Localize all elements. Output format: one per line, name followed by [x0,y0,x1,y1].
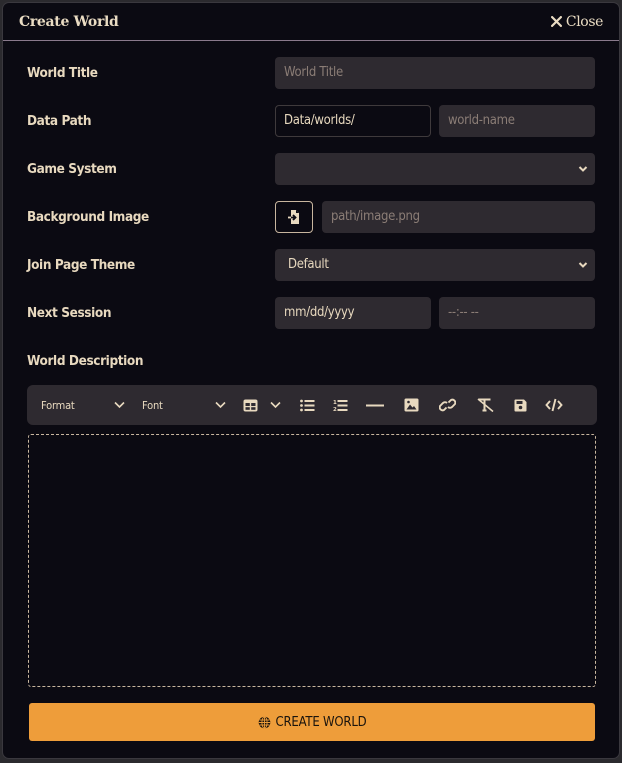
world-title-placeholder: World Title [284,65,343,80]
close-button[interactable]: Close [550,13,603,30]
font-dropdown-label: Font [142,398,163,412]
format-dropdown[interactable]: Format [41,385,125,425]
insert-image-button[interactable] [402,397,420,413]
data-path-prefix-value: Data/worlds/ [284,113,355,128]
data-path-prefix: Data/worlds/ [275,105,431,137]
source-code-icon [545,398,563,412]
background-image-label: Background Image [27,209,149,225]
dialog-title: Create World [19,13,119,30]
clear-formatting-button[interactable] [476,397,494,413]
horizontal-rule-button[interactable] [366,397,384,413]
join-page-theme-selected: Default [288,257,329,272]
font-dropdown[interactable]: Font [142,385,226,425]
svg-text:2: 2 [333,407,337,412]
world-name-placeholder: world-name [448,113,515,128]
file-import-icon [288,210,299,224]
chevron-down-icon [578,262,588,268]
background-image-input[interactable]: path/image.png [322,201,595,233]
create-world-dialog: Create World Close World Title World Tit… [2,2,620,759]
image-icon [404,398,418,412]
world-name-input[interactable]: world-name [439,105,595,137]
world-title-input[interactable]: World Title [275,57,595,89]
join-page-theme-label: Join Page Theme [27,257,135,273]
game-system-select[interactable] [275,153,595,185]
close-icon [550,16,562,27]
join-page-theme-select[interactable]: Default [275,249,595,281]
table-button[interactable] [243,397,281,413]
create-world-label: CREATE WORLD [275,714,367,730]
game-system-row: Game System [3,153,619,185]
source-code-button[interactable] [545,397,563,413]
chevron-down-icon [578,166,588,172]
join-page-theme-row: Join Page Theme Default [3,249,619,281]
numbered-list-button[interactable]: 1 2 [331,397,349,413]
bullet-list-icon [299,399,314,411]
format-dropdown-label: Format [41,398,75,412]
chevron-down-icon [215,401,226,409]
next-session-row: Next Session mm/dd/yyyy --:-- -- [3,297,619,329]
globe-icon [258,715,270,729]
save-icon [514,399,526,411]
date-placeholder: mm/dd/yyyy [284,305,355,320]
numbered-list-icon: 1 2 [333,399,347,412]
time-placeholder: --:-- -- [448,305,479,320]
horizontal-rule-icon [366,404,384,406]
world-description-label: World Description [27,353,144,369]
game-system-label: Game System [27,161,117,177]
next-session-time-input[interactable]: --:-- -- [439,297,595,329]
close-label: Close [565,13,603,30]
link-icon [438,398,456,412]
background-image-placeholder: path/image.png [331,209,420,224]
insert-link-button[interactable] [438,397,456,413]
chevron-down-icon [114,401,125,409]
world-title-label: World Title [27,65,98,81]
save-button[interactable] [511,397,529,413]
world-title-row: World Title World Title [3,57,619,89]
next-session-date-input[interactable]: mm/dd/yyyy [275,297,431,329]
file-picker-button[interactable] [275,201,313,233]
data-path-label: Data Path [27,113,92,129]
data-path-row: Data Path Data/worlds/ world-name [3,105,619,137]
background-image-row: Background Image path/image.png [3,201,619,233]
dialog-header: Create World Close [3,3,619,41]
bullet-list-button[interactable] [298,397,316,413]
world-description-editor[interactable] [28,434,596,687]
next-session-label: Next Session [27,305,112,321]
world-description-row: World Description [3,345,619,377]
svg-text:1: 1 [333,400,337,406]
chevron-down-icon [270,401,281,409]
clear-formatting-icon [476,398,494,412]
create-world-button[interactable]: CREATE WORLD [29,703,595,741]
table-icon [243,399,258,411]
editor-toolbar: Format Font 1 2 [27,385,597,425]
